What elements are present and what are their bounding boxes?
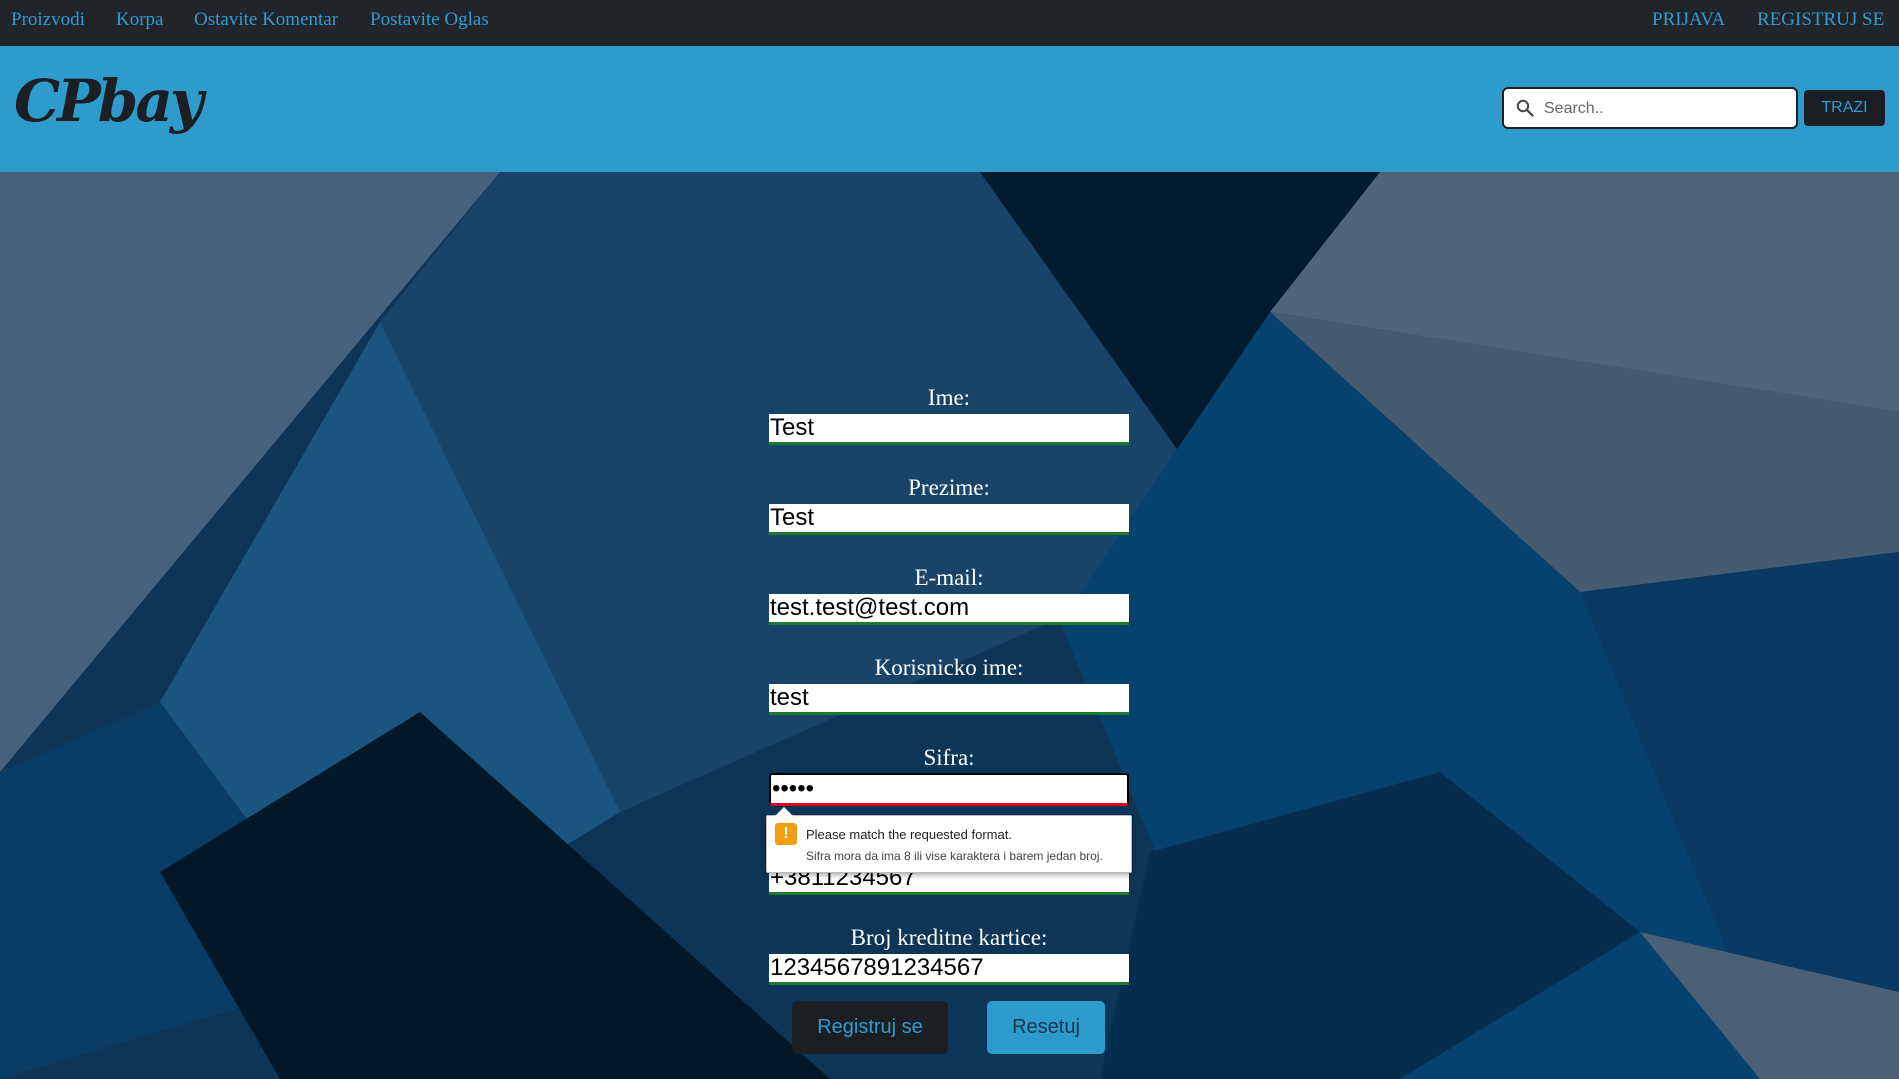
label-korisnicko-ime: Korisnicko ime:	[874, 655, 1024, 680]
tooltip-arrow	[775, 807, 793, 816]
email-input[interactable]	[769, 594, 1129, 625]
top-navbar: Proizvodi Korpa Ostavite Komentar Postav…	[0, 0, 1899, 46]
search-button[interactable]: TRAZI	[1804, 90, 1885, 126]
register-button[interactable]: Registruj se	[792, 1001, 948, 1054]
username-input[interactable]	[769, 684, 1129, 715]
nav-link-postavite-oglas[interactable]: Postavite Oglas	[370, 9, 489, 31]
label-ime: Ime:	[927, 385, 971, 410]
nav-link-ostavite-komentar[interactable]: Ostavite Komentar	[194, 9, 338, 31]
search-box	[1502, 87, 1798, 129]
site-header: CPbay TRAZI	[0, 46, 1899, 172]
credit-card-input[interactable]	[769, 954, 1129, 985]
nav-link-registruj-se[interactable]: REGISTRUJ SE	[1757, 9, 1884, 31]
search-icon	[1516, 99, 1534, 117]
label-sifra: Sifra:	[923, 745, 975, 770]
label-broj-kreditne-kartice: Broj kreditne kartice:	[850, 925, 1048, 950]
prezime-input[interactable]	[769, 504, 1129, 535]
validation-detail: Sifra mora da ima 8 ili vise karaktera i…	[806, 849, 1103, 863]
search-input[interactable]	[1542, 95, 1791, 123]
site-logo[interactable]: CPbay	[14, 72, 204, 130]
validation-title: Please match the requested format.	[806, 827, 1012, 842]
nav-link-korpa[interactable]: Korpa	[116, 9, 163, 31]
password-input[interactable]	[769, 773, 1129, 806]
validation-tooltip: ! Please match the requested format. Sif…	[766, 807, 1132, 873]
label-email: E-mail:	[914, 565, 984, 590]
warning-icon: !	[775, 823, 797, 845]
nav-link-prijava[interactable]: PRIJAVA	[1652, 9, 1725, 31]
nav-link-proizvodi[interactable]: Proizvodi	[11, 9, 85, 31]
reset-button[interactable]: Resetuj	[987, 1001, 1105, 1054]
label-prezime: Prezime:	[908, 475, 990, 500]
ime-input[interactable]	[769, 414, 1129, 445]
